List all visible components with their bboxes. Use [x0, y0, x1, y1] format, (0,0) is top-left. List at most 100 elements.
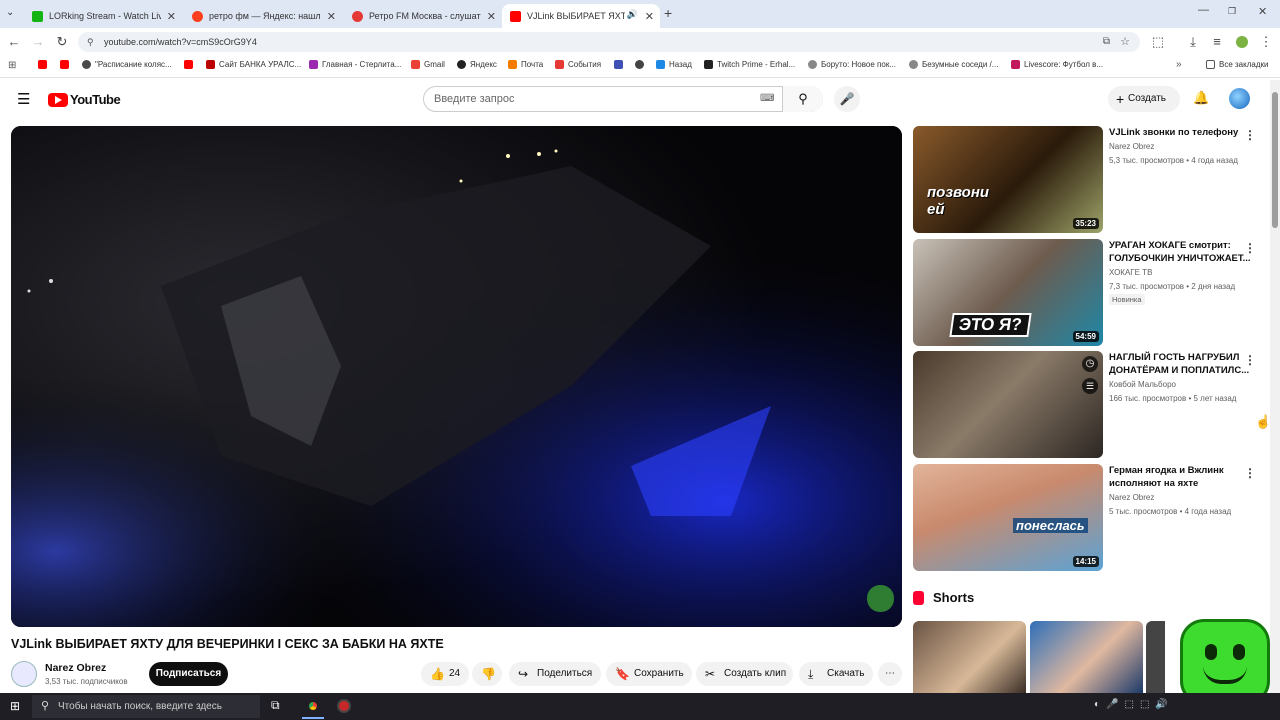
bookmark-item[interactable] [635, 60, 648, 69]
bookmark-star-icon[interactable]: ☆ [1120, 32, 1130, 52]
search-button[interactable]: ⚲ [782, 86, 823, 112]
short-thumbnail[interactable] [1030, 621, 1143, 693]
recommendation-item[interactable]: ◷ ☰ НАГЛЫЙ ГОСТЬ НАГРУБИЛ ДОНАТЁРАМ И ПО… [913, 351, 1268, 458]
bookmark-item[interactable] [184, 60, 197, 69]
more-vertical-icon[interactable]: ⋮ [1244, 353, 1256, 367]
watch-later-clock-icon[interactable]: ◷ [1082, 356, 1098, 372]
video-thumbnail[interactable]: позвони ей 35:23 [913, 126, 1103, 233]
video-player[interactable] [11, 126, 902, 627]
profile-avatar[interactable] [1236, 36, 1248, 48]
short-thumbnail[interactable] [1146, 621, 1165, 693]
subscribe-button[interactable]: Подписаться [149, 662, 228, 686]
youtube-header: ☰ YouTube Введите запрос ⌨ ⚲ 🎤 + Создать… [0, 78, 1268, 120]
more-actions-button[interactable]: ⋯ [878, 662, 902, 686]
close-icon[interactable]: ✕ [327, 10, 336, 23]
tab-yandex[interactable]: ретро фм — Яндекс: нашлось ✕ [184, 4, 342, 28]
bookmark-item[interactable]: "Расписание коляс... [82, 60, 172, 69]
keyboard-icon[interactable]: ⌨ [760, 87, 774, 111]
create-button[interactable]: + Создать [1108, 86, 1180, 112]
bookmark-item[interactable]: Главная - Стерлита... [309, 60, 401, 69]
globe-icon [909, 60, 918, 69]
bookmark-item[interactable]: Gmail [411, 60, 445, 69]
taskbar-search-input[interactable]: ⚲ Чтобы начать поиск, введите здесь [32, 695, 260, 718]
youtube-logo[interactable]: YouTube [48, 92, 121, 107]
new-tab-button[interactable]: + [664, 5, 672, 21]
channel-name[interactable]: Narez Obrez [45, 662, 106, 674]
reload-icon[interactable]: ↻ [54, 34, 70, 50]
windows-start-icon[interactable]: ⊞ [10, 699, 20, 713]
apps-grid-icon[interactable]: ⊞ [8, 60, 16, 71]
url-field[interactable]: ⚲ youtube.com/watch?v=cmS9cOrG9Y4 ⧉ ☆ [78, 32, 1140, 52]
bookmark-item[interactable] [60, 60, 73, 69]
close-icon[interactable]: ✕ [487, 10, 496, 23]
save-button[interactable]: 🔖 Сохранить [606, 662, 692, 686]
bookmark-item[interactable]: Яндекс [457, 60, 497, 69]
chrome-taskbar-icon[interactable] [306, 699, 320, 713]
forward-arrow-icon[interactable]: → [30, 34, 46, 49]
system-tray-icons[interactable]: ◐🎤⬚⬚🔊 [1094, 699, 1174, 710]
recommendation-item[interactable]: ЭТО Я? 54:59 УРАГАН ХОКАГЕ смотрит: ГОЛУ… [913, 239, 1268, 346]
channel-avatar[interactable] [11, 661, 37, 687]
back-arrow-icon[interactable]: ← [6, 34, 22, 49]
page-scrollbar[interactable] [1270, 80, 1280, 693]
recommendation-item[interactable]: понеслась 14:15 Герман ягодка и Вжлинк и… [913, 464, 1268, 571]
tab-youtube-active[interactable]: VJLink ВЫБИРАЕТ ЯХТУ ДЛ 🔊 ✕ [502, 4, 660, 28]
bookmark-item[interactable] [38, 60, 51, 69]
close-icon[interactable]: ✕ [167, 10, 176, 23]
minimize-icon[interactable]: — [1198, 4, 1209, 16]
more-vertical-icon[interactable]: ⋮ [1244, 128, 1256, 142]
search-input[interactable]: Введите запрос ⌨ [423, 86, 823, 112]
scrollbar-thumb[interactable] [1272, 92, 1278, 228]
download-button[interactable]: ⤓ Скачать [799, 662, 873, 686]
bookmark-item[interactable]: Безумные соседи /... [909, 60, 998, 69]
reading-list-icon[interactable]: ≡ [1209, 34, 1225, 49]
duration-badge: 54:59 [1072, 331, 1099, 342]
hamburger-menu-icon[interactable]: ☰ [17, 90, 30, 108]
recommendation-meta: 166 тыс. просмотров • 5 лет назад [1109, 394, 1237, 403]
recommendation-title: НАГЛЫЙ ГОСТЬ НАГРУБИЛ ДОНАТЁРАМ И ПОПЛАТ… [1109, 352, 1250, 376]
voice-search-button[interactable]: 🎤 [834, 86, 860, 112]
recommendation-item[interactable]: позвони ей 35:23 VJLink звонки по телефо… [913, 126, 1268, 233]
window-close-icon[interactable]: ✕ [1258, 5, 1267, 18]
recommendation-title: УРАГАН ХОКАГЕ смотрит: ГОЛУБОЧКИН УНИЧТО… [1109, 240, 1251, 264]
account-avatar[interactable] [1229, 88, 1250, 109]
download-icon[interactable]: ⤓ [1185, 34, 1201, 50]
install-app-icon[interactable]: ⧉ [1103, 32, 1110, 52]
bookmark-item[interactable]: События [555, 60, 601, 69]
more-vertical-icon[interactable]: ⋮ [1244, 241, 1256, 255]
notifications-bell-icon[interactable]: 🔔 [1193, 90, 1209, 106]
site-info-icon[interactable]: ⚲ [87, 32, 94, 52]
speaker-icon[interactable]: 🔊 [627, 9, 638, 20]
bookmark-item[interactable]: Twitch Prime - Erhal... [704, 60, 795, 69]
bookmark-item[interactable]: Боруто: Новое пок... [808, 60, 896, 69]
app-taskbar-icon[interactable] [337, 699, 351, 713]
more-bookmarks-chevron-icon[interactable]: » [1176, 59, 1182, 70]
video-thumbnail[interactable]: понеслась 14:15 [913, 464, 1103, 571]
tab-search-chevron-icon[interactable]: ⌄ [6, 7, 14, 18]
bookmark-item[interactable] [614, 60, 627, 69]
task-view-icon[interactable]: ⧉ [271, 698, 280, 713]
all-bookmarks-folder[interactable]: Все закладки [1206, 60, 1268, 69]
like-button[interactable]: 👍 24 [421, 662, 469, 686]
browser-menu-icon[interactable]: ⋮ [1258, 34, 1274, 50]
bookmark-item[interactable]: Сайт БАНКА УРАЛС... [206, 60, 301, 69]
bookmark-item[interactable]: Livescore: Футбол в... [1011, 60, 1103, 69]
recommendation-title: Герман ягодка и Вжлинк исполняют на яхте [1109, 465, 1224, 489]
video-thumbnail[interactable]: ◷ ☰ [913, 351, 1103, 458]
short-thumbnail[interactable] [913, 621, 1026, 693]
more-vertical-icon[interactable]: ⋮ [1244, 466, 1256, 480]
tab-lorking[interactable]: LORking Stream - Watch Live o ✕ [24, 4, 182, 28]
dislike-button[interactable]: 👎 [472, 662, 502, 686]
create-clip-button[interactable]: ✂ Создать клип [696, 662, 793, 686]
maximize-icon[interactable]: ❐ [1228, 6, 1236, 17]
extensions-icon[interactable]: ⬚ [1150, 34, 1166, 50]
bookmark-item[interactable]: Назад [656, 60, 692, 69]
share-button[interactable]: ↪ Поделиться [509, 662, 601, 686]
channel-watermark[interactable] [867, 585, 894, 612]
recommendation-channel: Narez Obrez [1109, 493, 1155, 502]
video-thumbnail[interactable]: ЭТО Я? 54:59 [913, 239, 1103, 346]
tab-retro-fm[interactable]: Ретро FM Москва - слушать о ✕ [344, 4, 502, 28]
add-to-queue-icon[interactable]: ☰ [1082, 378, 1098, 394]
close-icon[interactable]: ✕ [645, 10, 654, 23]
bookmark-item[interactable]: Почта [508, 60, 543, 69]
